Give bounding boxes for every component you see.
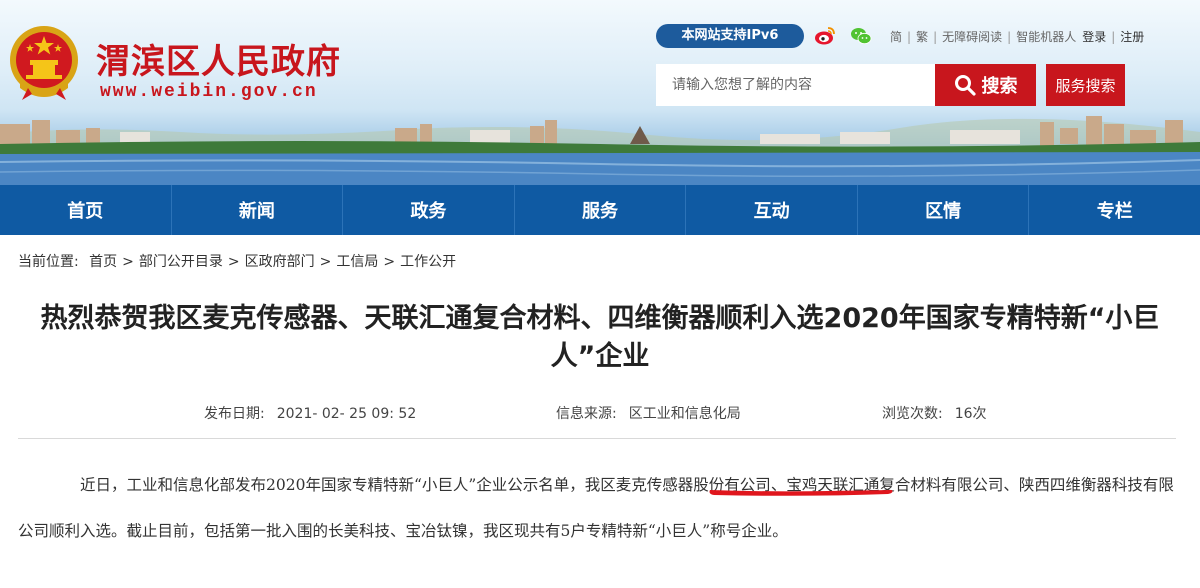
- breadcrumb-separator: >: [319, 254, 332, 270]
- breadcrumb-item-work-disclosure[interactable]: 工作公开: [400, 251, 456, 271]
- traditional-link[interactable]: 繁: [916, 28, 928, 45]
- view-count-value: 16次: [954, 406, 987, 422]
- search-icon: [954, 75, 976, 96]
- info-source: 信息来源: 区工业和信息化局: [556, 403, 741, 423]
- search-button-label: 搜索: [981, 76, 1018, 96]
- nav-item-district-info[interactable]: 区情: [858, 185, 1030, 235]
- breadcrumb-separator: >: [383, 254, 396, 270]
- register-link[interactable]: 注册: [1120, 28, 1144, 45]
- red-underline-annotation: [709, 490, 893, 496]
- view-count: 浏览次数: 16次: [882, 403, 987, 423]
- article-title: 热烈恭贺我区麦克传感器、天联汇通复合材料、四维衡器顺利入选2020年国家专精特新…: [40, 303, 1160, 372]
- robot-link[interactable]: 智能机器人: [1016, 28, 1076, 45]
- publish-date-value: 2021- 02- 25 09: 52: [276, 406, 417, 422]
- breadcrumb-item-industry-bureau[interactable]: 工信局: [336, 251, 378, 271]
- main-nav: 首页 新闻 政务 服务 互动 区情 专栏: [0, 185, 1200, 235]
- search-input[interactable]: [656, 64, 936, 106]
- nav-item-home[interactable]: 首页: [0, 185, 172, 235]
- login-link[interactable]: 登录: [1082, 28, 1106, 45]
- site-url: www.weibin.gov.cn: [100, 82, 318, 102]
- nav-item-interaction[interactable]: 互动: [686, 185, 858, 235]
- ipv6-badge: 本网站支持IPv6: [656, 24, 804, 48]
- publish-date: 发布日期: 2021- 02- 25 09: 52: [204, 403, 416, 423]
- breadcrumb-prefix: 当前位置:: [18, 254, 79, 270]
- breadcrumb-item-home[interactable]: 首页: [89, 251, 117, 271]
- city-skyline-banner: [0, 116, 1200, 185]
- breadcrumb-item-district-departments[interactable]: 区政府部门: [245, 251, 315, 271]
- site-title: 渭滨区人民政府: [96, 42, 341, 82]
- accessibility-link[interactable]: 无障碍阅读: [942, 28, 1002, 45]
- national-emblem-icon: [10, 26, 78, 100]
- divider: |: [907, 30, 912, 44]
- top-links: 简 | 繁 | 无障碍阅读 | 智能机器人 登录 | 注册: [890, 28, 1144, 45]
- view-count-label: 浏览次数:: [882, 406, 943, 422]
- site-header: 渭滨区人民政府 www.weibin.gov.cn 本网站支持IPv6 简 | 繁 |…: [0, 0, 1200, 185]
- divider: |: [933, 30, 938, 44]
- breadcrumb-separator: >: [227, 254, 240, 270]
- breadcrumb-item-department-catalog[interactable]: 部门公开目录: [139, 251, 223, 271]
- publish-date-label: 发布日期:: [204, 406, 265, 422]
- nav-item-government-affairs[interactable]: 政务: [343, 185, 515, 235]
- divider: |: [1111, 30, 1116, 44]
- weibo-icon[interactable]: [814, 26, 836, 46]
- divider: [18, 438, 1176, 439]
- wechat-icon[interactable]: [850, 26, 872, 46]
- article-body-part1: 近日，工业和信息化部发布2020年国家专精特新“小巨人”企业公示名单，我区: [80, 476, 616, 494]
- service-search-button[interactable]: 服务搜索: [1046, 64, 1125, 106]
- breadcrumb-separator: >: [122, 254, 134, 270]
- article-body: 近日，工业和信息化部发布2020年国家专精特新“小巨人”企业公示名单，我区麦克传…: [18, 462, 1178, 554]
- divider: |: [1007, 30, 1012, 44]
- info-source-label: 信息来源:: [556, 406, 617, 422]
- nav-item-services[interactable]: 服务: [515, 185, 687, 235]
- info-source-value: 区工业和信息化局: [628, 406, 741, 422]
- nav-item-columns[interactable]: 专栏: [1029, 185, 1200, 235]
- search-button[interactable]: 搜索: [935, 64, 1036, 106]
- simplified-link[interactable]: 简: [890, 28, 902, 45]
- nav-item-news[interactable]: 新闻: [172, 185, 344, 235]
- breadcrumb: 当前位置: 首页 > 部门公开目录 > 区政府部门 > 工信局 > 工作公开: [18, 251, 456, 271]
